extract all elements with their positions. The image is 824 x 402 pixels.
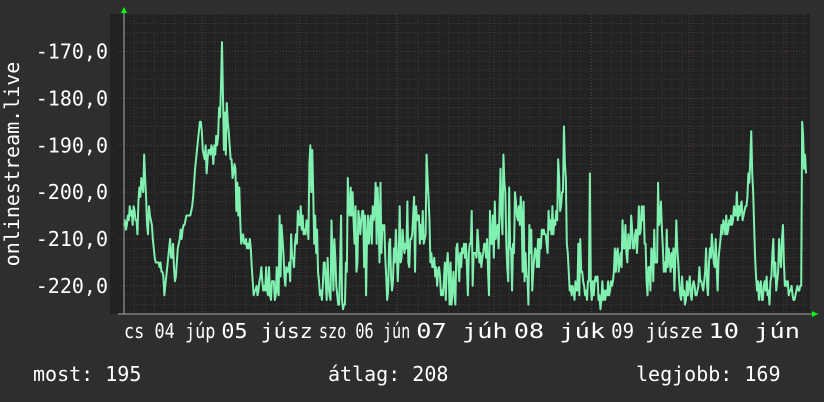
x-tick-label: 09 júsze [611, 319, 702, 343]
x-tick-label: 08 júk [514, 319, 605, 343]
best-value-stat: legjobb: 169 [636, 362, 781, 386]
y-tick-label: -210,0 [36, 227, 108, 251]
x-tick-labels: cs 04 júp 05 júsz szo 06 jún 07 júh 08 júk 09… [124, 319, 800, 343]
y-axis-label: onlinestream.live [0, 62, 24, 267]
y-tick-label: -190,0 [36, 133, 108, 157]
x-tick-label: szo 06 jún [319, 319, 410, 343]
x-axis-arrow-icon [812, 311, 818, 317]
x-tick-label: cs 04 júp [124, 319, 215, 343]
y-tick-label: -170,0 [36, 40, 108, 64]
line-chart: -170,0 -180,0 -190,0 -200,0 -210,0 -220,0 cs … [0, 7, 818, 343]
y-axis-arrow-icon [121, 7, 127, 13]
x-tick-label: 07 júh [416, 319, 507, 343]
x-tick-label: 10 jún [709, 319, 800, 343]
average-value-stat: átlag: 208 [328, 362, 449, 386]
x-tick-label: 05 júsz [221, 319, 312, 343]
y-tick-label: -220,0 [36, 274, 108, 298]
y-tick-label: -200,0 [36, 180, 108, 204]
y-tick-labels: -170,0 -180,0 -190,0 -200,0 -210,0 -220,0 [36, 40, 108, 298]
y-tick-label: -180,0 [36, 86, 108, 110]
current-value-stat: most: 195 [33, 362, 142, 386]
chart-panel: -170,0 -180,0 -190,0 -200,0 -210,0 -220,0 cs … [0, 0, 824, 402]
